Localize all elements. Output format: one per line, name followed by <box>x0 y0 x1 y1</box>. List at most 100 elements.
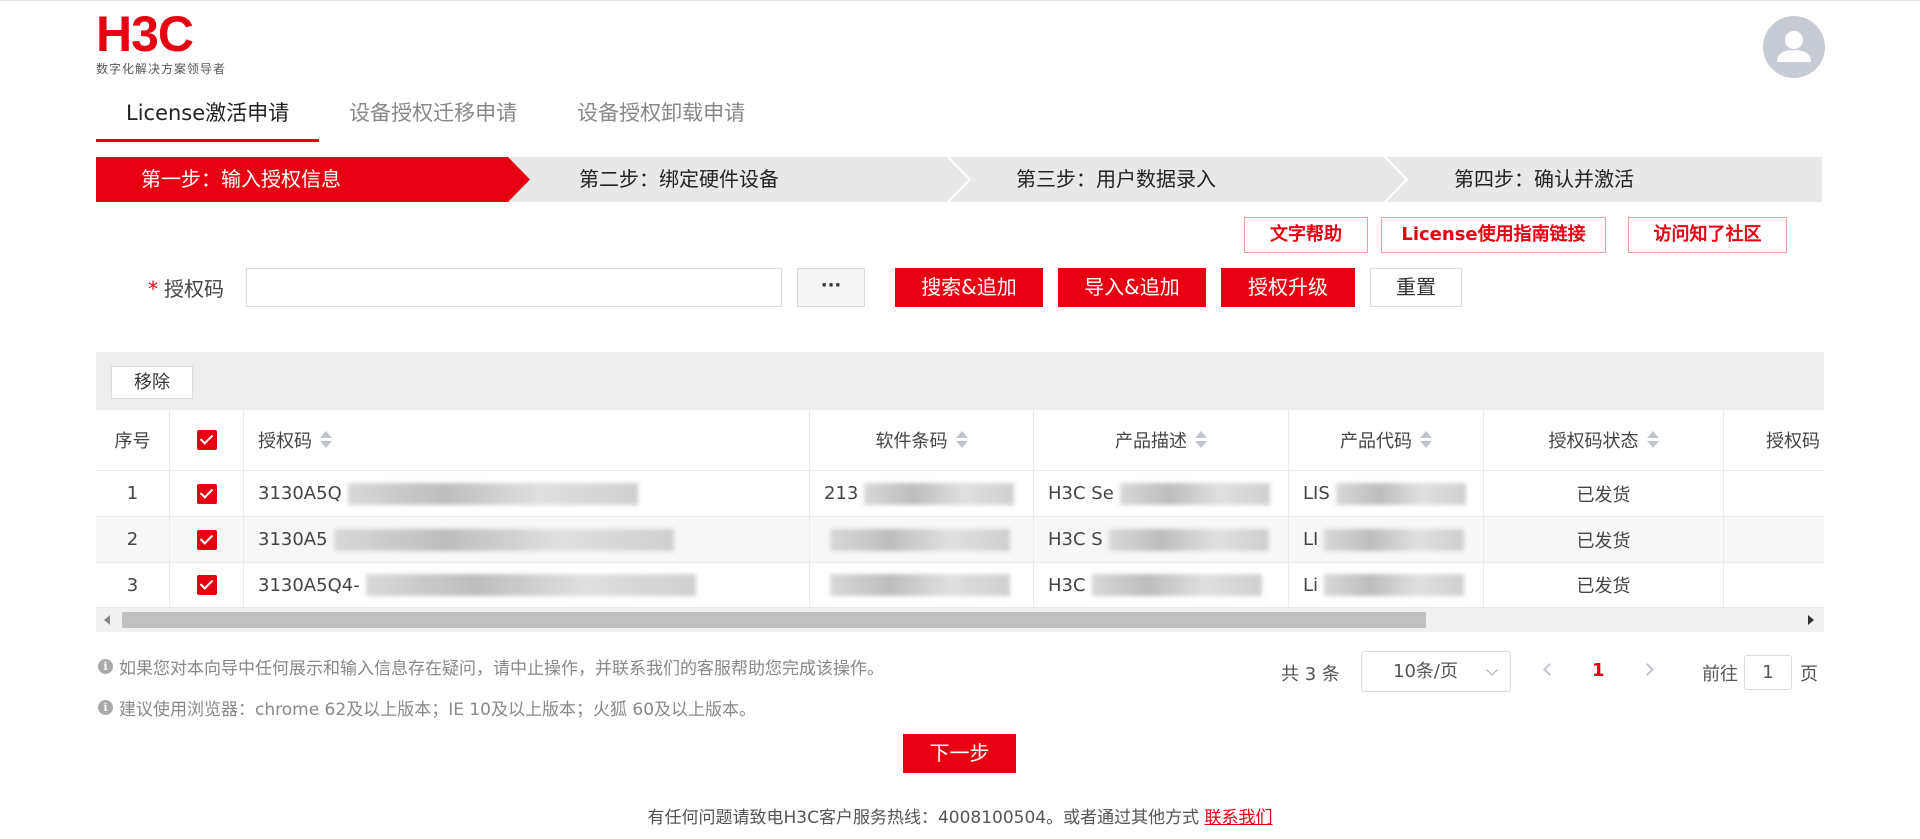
masked-text <box>365 574 696 596</box>
row-checkbox-cell[interactable] <box>170 471 244 516</box>
page-size-select[interactable]: 10条/页 <box>1361 651 1511 692</box>
logo-tagline: 数字化解决方案领导者 <box>96 62 227 76</box>
masked-text <box>1091 574 1262 596</box>
col-extra: 授权码 <box>1766 431 1820 452</box>
required-mark: * <box>148 277 158 301</box>
row-checkbox[interactable] <box>196 575 217 595</box>
user-avatar-icon[interactable] <box>1763 16 1825 78</box>
step-4-confirm-activate: 第四步：确认并激活 <box>1454 167 1634 191</box>
table-header-row: 序号 授权码 软件条码 产品描述 产品代码 授权码状态 授权码 <box>96 410 1824 471</box>
row-software-code <box>810 517 1034 562</box>
remove-button[interactable]: 移除 <box>111 366 193 399</box>
sort-icon[interactable] <box>955 430 968 450</box>
step-3-user-data: 第三步：用户数据录入 <box>1016 167 1216 191</box>
goto-page-input[interactable]: 1 <box>1744 655 1792 690</box>
masked-text <box>333 528 674 551</box>
community-button[interactable]: 访问知了社区 <box>1628 217 1787 253</box>
license-upgrade-button[interactable]: 授权升级 <box>1221 268 1355 307</box>
row-checkbox-cell[interactable] <box>170 517 244 562</box>
footer-text: 有任何问题请致电H3C客户服务热线：4008100504。或者通过其他方式 <box>647 808 1205 828</box>
row-checkbox[interactable] <box>196 483 217 504</box>
chevron-down-icon <box>1486 664 1498 676</box>
masked-text <box>1324 528 1465 551</box>
table-row[interactable]: 1 3130A5Q 213 H3C Se LIS 已发货 <box>96 471 1824 517</box>
row-product-desc: H3C S <box>1034 517 1289 562</box>
more-button[interactable]: ··· <box>797 268 865 307</box>
sort-icon[interactable] <box>1646 430 1659 450</box>
goto-label: 前往 <box>1702 664 1738 685</box>
col-auth-code[interactable]: 授权码 <box>244 410 810 470</box>
auth-code-input[interactable] <box>246 268 782 307</box>
h3c-logo[interactable]: H3C 数字化解决方案领导者 <box>96 6 236 76</box>
horizontal-scrollbar[interactable] <box>96 608 1824 632</box>
row-product-desc: H3C <box>1034 563 1289 607</box>
sort-icon[interactable] <box>1195 430 1207 450</box>
auth-table: 序号 授权码 软件条码 产品描述 产品代码 授权码状态 授权码 1 3130A5… <box>96 410 1824 608</box>
row-index: 2 <box>96 517 170 562</box>
step-2-bind-hardware: 第二步：绑定硬件设备 <box>579 167 779 191</box>
row-auth-code: 3130A5Q4- <box>244 563 810 607</box>
tab-license-activation[interactable]: License激活申请 <box>96 96 320 142</box>
wizard-steps: 第一步：输入授权信息 第二步：绑定硬件设备 第三步：用户数据录入 第四步：确认并… <box>96 157 1822 202</box>
auth-code-label-text: 授权码 <box>164 277 224 301</box>
masked-text <box>1108 528 1269 551</box>
footer: 有任何问题请致电H3C客户服务热线：4008100504。或者通过其他方式 联系… <box>0 803 1920 828</box>
next-step-button[interactable]: 下一步 <box>903 734 1016 773</box>
reset-button[interactable]: 重置 <box>1370 268 1462 307</box>
auth-table-panel: 移除 序号 授权码 软件条码 产品描述 产品代码 授权码状态 授权码 1 313… <box>96 352 1824 632</box>
select-all-checkbox[interactable] <box>196 430 217 450</box>
row-software-code: 213 <box>810 471 1034 516</box>
sort-icon[interactable] <box>1420 430 1432 450</box>
row-product-desc: H3C Se <box>1034 471 1289 516</box>
next-page-icon[interactable] <box>1641 663 1654 676</box>
sort-icon[interactable] <box>320 430 332 450</box>
row-auth-code: 3130A5 <box>244 517 810 562</box>
table-row[interactable]: 3 3130A5Q4- H3C Li 已发货 <box>96 563 1824 608</box>
col-status[interactable]: 授权码状态 <box>1484 410 1724 470</box>
logo-mark: H3C <box>96 6 194 62</box>
col-index: 序号 <box>96 410 170 470</box>
row-product-code: LI <box>1289 517 1484 562</box>
scroll-left-icon[interactable] <box>104 615 110 625</box>
tab-device-migration[interactable]: 设备授权迁移申请 <box>319 96 547 142</box>
auth-code-label: * 授权码 <box>148 273 224 302</box>
info-icon: i <box>98 659 113 674</box>
masked-text <box>1335 482 1466 505</box>
pagination-total: 共 3 条 <box>1281 664 1340 685</box>
row-product-code: LIS <box>1289 471 1484 516</box>
row-checkbox-cell[interactable] <box>170 563 244 607</box>
search-add-button[interactable]: 搜索&追加 <box>895 268 1043 307</box>
row-index: 3 <box>96 563 170 607</box>
col-software-code[interactable]: 软件条码 <box>810 410 1034 470</box>
masked-text <box>1324 574 1465 596</box>
row-extra <box>1724 471 1824 516</box>
row-status: 已发货 <box>1484 471 1724 516</box>
row-product-code: Li <box>1289 563 1484 607</box>
current-page[interactable]: 1 <box>1592 660 1605 681</box>
row-extra <box>1724 563 1824 607</box>
masked-text <box>830 574 1010 596</box>
prev-page-icon[interactable] <box>1543 663 1556 676</box>
row-extra <box>1724 517 1824 562</box>
request-tabs: License激活申请 设备授权迁移申请 设备授权卸载申请 <box>96 96 775 142</box>
masked-text <box>1119 482 1270 505</box>
scroll-right-icon[interactable] <box>1808 615 1814 625</box>
page-suffix: 页 <box>1800 664 1818 685</box>
note-contact-support: i 如果您对本向导中任何展示和输入信息存在疑问，请中止操作，并联系我们的客服帮助… <box>98 654 884 679</box>
col-product-desc[interactable]: 产品描述 <box>1034 410 1289 470</box>
row-checkbox[interactable] <box>196 529 217 550</box>
table-row[interactable]: 2 3130A5 H3C S LI 已发货 <box>96 517 1824 563</box>
license-guide-link-button[interactable]: License使用指南链接 <box>1381 217 1606 253</box>
tab-device-uninstall[interactable]: 设备授权卸载申请 <box>547 96 775 142</box>
row-status: 已发货 <box>1484 563 1724 607</box>
top-border <box>0 0 1920 1</box>
row-index: 1 <box>96 471 170 516</box>
text-help-button[interactable]: 文字帮助 <box>1244 217 1368 253</box>
col-select-all[interactable] <box>170 410 244 470</box>
scroll-thumb[interactable] <box>122 612 1426 628</box>
contact-us-link[interactable]: 联系我们 <box>1205 808 1273 828</box>
import-add-button[interactable]: 导入&追加 <box>1058 268 1206 307</box>
col-product-code[interactable]: 产品代码 <box>1289 410 1484 470</box>
info-icon: i <box>98 700 113 715</box>
row-software-code <box>810 563 1034 607</box>
